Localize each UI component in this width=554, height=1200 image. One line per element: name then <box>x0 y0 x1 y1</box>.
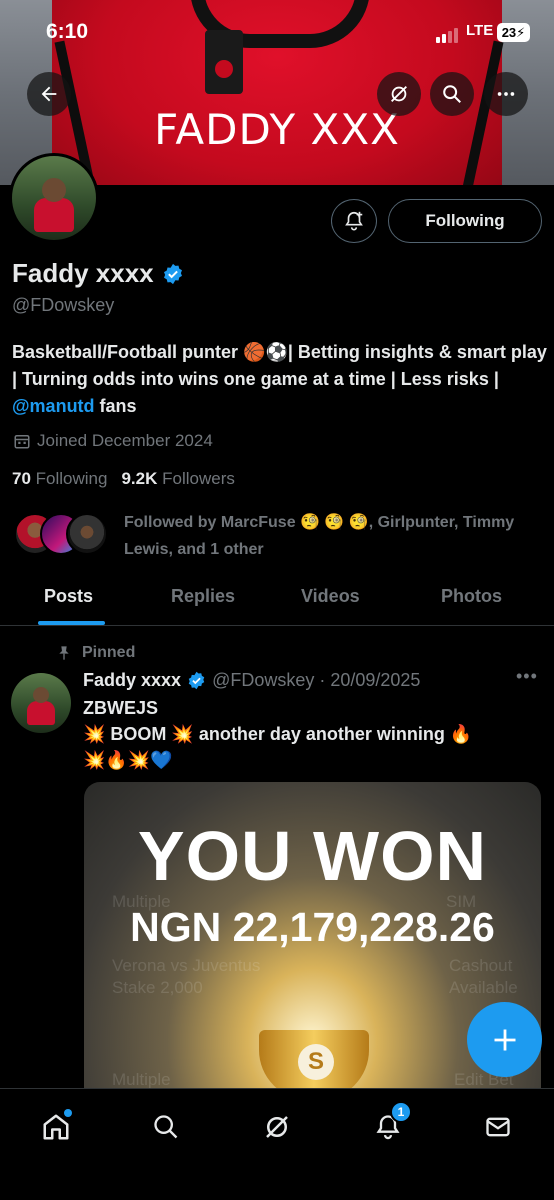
pinned-text: Pinned <box>82 644 136 661</box>
active-tab-indicator <box>38 621 105 625</box>
nav-notifications[interactable]: 1 <box>368 1101 412 1147</box>
search-profile-button[interactable] <box>430 72 474 116</box>
post-line: 💥🔥💥💙 <box>83 750 173 770</box>
compose-post-button[interactable] <box>467 1002 542 1077</box>
nav-search[interactable] <box>146 1107 186 1147</box>
search-icon <box>154 1115 178 1139</box>
display-name: Faddy xxxx <box>12 258 184 289</box>
media-bg-label: Multiple <box>112 1070 171 1088</box>
post-text: ZBWEJS 💥 BOOM 💥 another day another winn… <box>83 695 543 773</box>
notifications-toggle-button[interactable] <box>331 199 377 243</box>
more-options-button[interactable] <box>484 72 528 116</box>
nav-grok[interactable] <box>257 1107 297 1147</box>
tab-posts[interactable]: Posts <box>44 586 93 607</box>
post-author-avatar[interactable] <box>11 673 71 733</box>
battery-icon: 23⚡ <box>497 23 530 42</box>
profile-avatar[interactable] <box>9 153 99 243</box>
notification-badge: 1 <box>390 1101 412 1123</box>
pinned-label: Pinned <box>56 644 135 662</box>
arrow-left-icon <box>41 86 57 102</box>
calendar-icon <box>14 435 30 449</box>
followers-stat[interactable]: 9.2K Followers <box>121 469 234 489</box>
media-logo: S <box>298 1044 334 1080</box>
profile-bio: Basketball/Football punter 🏀⚽| Betting i… <box>12 339 547 420</box>
grok-icon <box>391 86 407 102</box>
verified-badge-icon <box>188 671 205 690</box>
media-headline: YOU WON <box>137 817 488 895</box>
post-header: Faddy xxxx @FDowskey · 20/09/2025 <box>83 670 420 691</box>
media-bg-label: Stake 2,000 <box>112 978 203 997</box>
mail-icon <box>486 1117 510 1137</box>
followers-label: Followers <box>162 469 235 488</box>
joined-date: Joined December 2024 <box>13 431 213 451</box>
display-name-text: Faddy xxxx <box>12 258 154 288</box>
media-bg-label: Available <box>449 978 518 997</box>
post-author-name[interactable]: Faddy xxxx <box>83 670 181 691</box>
tab-videos[interactable]: Videos <box>301 586 360 607</box>
verified-badge-icon[interactable] <box>162 263 184 285</box>
bottom-navigation: 1 <box>0 1088 554 1200</box>
grok-icon <box>266 1116 288 1138</box>
bio-mention-link[interactable]: @manutd <box>12 396 95 416</box>
follow-stats: 70 Following 9.2K Followers <box>12 469 235 489</box>
shirt-name-text: FADDY XXX <box>154 105 400 154</box>
profile-handle: @FDowskey <box>12 295 115 315</box>
tab-photos[interactable]: Photos <box>441 586 502 607</box>
bio-text: Basketball/Football punter 🏀⚽| Betting i… <box>12 342 547 389</box>
battery-level: 23 <box>501 25 517 40</box>
network-label: LTE <box>466 22 494 39</box>
follower-avatar <box>66 513 108 555</box>
bio-suffix: fans <box>94 396 137 416</box>
followers-count: 9.2K <box>121 469 158 488</box>
post-line: ZBWEJS <box>83 698 159 718</box>
nav-messages[interactable] <box>478 1107 518 1147</box>
media-amount: NGN 22,179,228.26 <box>130 904 495 950</box>
status-bar: 6:10 LTE 23⚡ <box>0 0 554 64</box>
following-button[interactable]: Following <box>388 199 542 243</box>
back-button[interactable] <box>27 72 71 116</box>
search-icon <box>443 85 461 103</box>
post-line: 💥 BOOM 💥 another day another winning 🔥 <box>83 724 473 744</box>
grok-button[interactable] <box>377 72 421 116</box>
joined-text: Joined December 2024 <box>37 431 213 450</box>
following-count: 70 <box>12 469 31 488</box>
signal-icon <box>436 28 458 43</box>
following-label: Following <box>35 469 108 488</box>
followed-by-text[interactable]: Followed by MarcFuse 🧐 🧐 🧐, Girlpunter, … <box>124 509 544 563</box>
following-stat[interactable]: 70 Following <box>12 469 107 489</box>
post-meta: @FDowskey · 20/09/2025 <box>212 670 421 690</box>
profile-tabs: Posts Replies Videos Photos <box>0 576 554 626</box>
followed-by-avatars[interactable] <box>14 513 114 559</box>
nav-home[interactable] <box>36 1107 76 1147</box>
home-unread-dot <box>64 1109 72 1117</box>
plus-icon <box>494 1029 515 1050</box>
media-bg-label: Verona vs Juventus <box>112 956 261 975</box>
more-dots-icon <box>497 92 515 96</box>
bell-plus-icon <box>345 211 363 231</box>
post-more-icon[interactable]: ••• <box>516 666 538 687</box>
media-bg-label: Cashout <box>449 956 513 975</box>
tab-replies[interactable]: Replies <box>171 586 235 607</box>
pin-icon <box>59 646 69 660</box>
status-time: 6:10 <box>46 20 89 43</box>
